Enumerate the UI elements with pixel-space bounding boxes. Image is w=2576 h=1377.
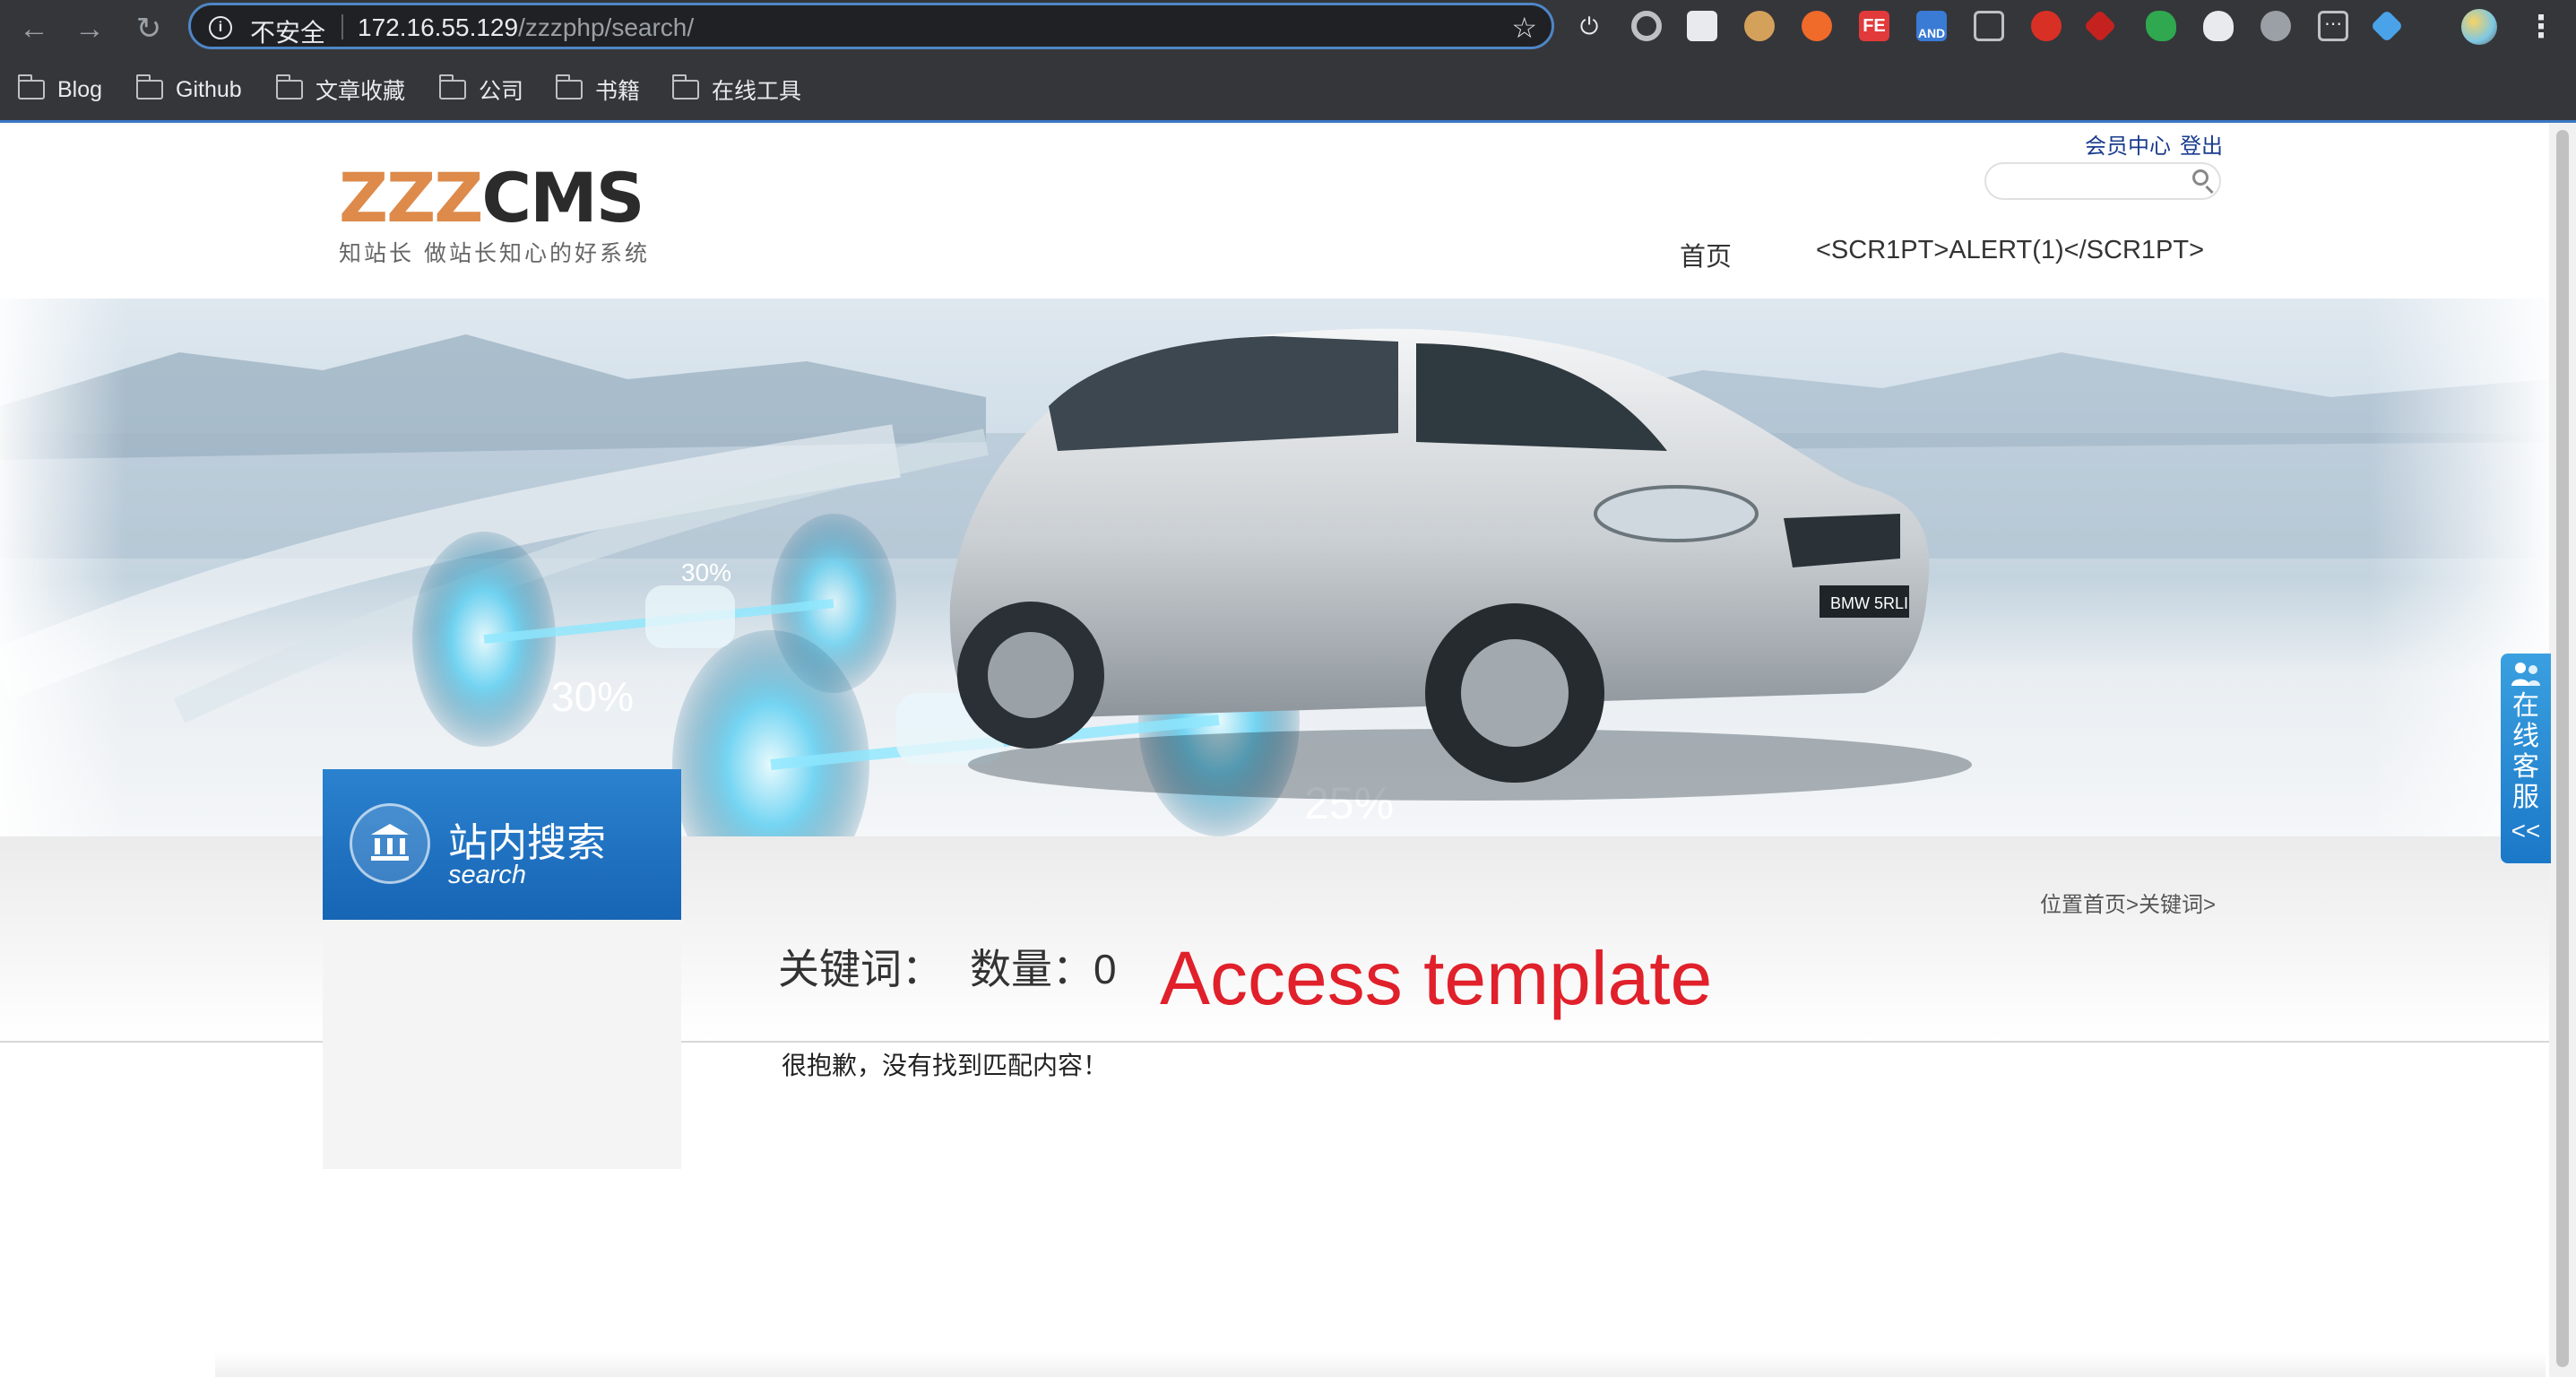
bookmark-label: 文章收藏 [316,79,406,104]
logo-cms: CMS [481,158,644,238]
nav-home[interactable]: 首页 [1680,236,1732,273]
circle-extension-icon[interactable] [1631,11,1662,41]
bookmark-star-icon[interactable]: ☆ [1511,11,1537,45]
bookmarks-bar: Blog Github 文章收藏 公司 书籍 在线工具 [0,65,2576,115]
site-header: ZZZCMS 知站长 做站长知心的好系统 会员中心 登出 首页 <SCR1PT>A… [0,123,2549,300]
collapse-chevron-icon[interactable]: << [2501,817,2551,845]
car-plate: BMW 5RLI [1830,594,1908,612]
android-badge: AND [1917,26,1946,40]
lifebuoy-icon[interactable] [1802,11,1832,41]
search-icon[interactable] [2192,169,2209,186]
site-logo[interactable]: ZZZCMS 知站长 做站长知心的好系统 [339,164,650,268]
bookmark-github[interactable]: Github [136,65,242,115]
logo-wordmark: ZZZCMS [339,164,650,232]
url-host: 172.16.55.129 [358,13,519,41]
browser-menu-icon[interactable]: ⋮ [2526,9,2556,45]
info-icon[interactable]: i [209,16,232,39]
keyword-label: 关键词： [778,946,943,992]
logout-link[interactable]: 登出 [2180,134,2223,159]
url-text[interactable]: 172.16.55.129/zzzphp/search/ [358,13,694,42]
top-links: 会员中心 登出 [2085,128,2232,160]
stat-small: 30% [681,559,731,586]
bookmark-label: 书籍 [595,79,641,104]
page-scrollbar[interactable] [2549,123,2576,1377]
address-bar[interactable]: i 不安全 172.16.55.129/zzzphp/search/ ☆ [188,3,1554,49]
bookmark-label: Github [176,76,242,102]
bookmark-online-tools[interactable]: 在线工具 [672,65,801,115]
service-char: 服 [2512,783,2539,812]
folder-icon [276,74,303,100]
fe-extension-icon[interactable]: FE [1859,11,1889,41]
folder-icon [439,74,466,100]
profile-red-icon[interactable] [2031,11,2062,41]
bookmark-articles[interactable]: 文章收藏 [276,65,405,115]
cookie-icon[interactable] [1744,11,1775,41]
people-icon [2511,663,2540,686]
android-extension-icon[interactable]: AND [1916,11,1947,41]
service-char: 在 [2512,691,2539,721]
nav-xss-item[interactable]: <SCR1PT>ALERT(1)</SCR1PT> [1816,236,2204,265]
member-center-link[interactable]: 会员中心 [2085,134,2171,159]
gem-icon[interactable] [2370,9,2404,43]
glasses-icon[interactable] [1974,11,2004,41]
folder-icon [136,74,163,100]
breadcrumb[interactable]: 位置首页>关键词> [2040,887,2216,918]
scrollbar-thumb[interactable] [2556,130,2569,1367]
profile-avatar[interactable] [2461,9,2497,45]
url-path: /zzzphp/search/ [518,13,695,41]
no-result-message: 很抱歉，没有找到匹配内容！ [782,1052,1109,1079]
logo-tagline: 知站长 做站长知心的好系统 [339,240,650,266]
sidebar-emblem [350,803,430,884]
mask-icon[interactable] [2203,11,2234,41]
folder-icon [672,74,699,100]
folder-icon [556,74,583,100]
stat-left: 30% [551,673,634,720]
evernote-icon[interactable] [2146,11,2176,41]
bank-icon [371,824,409,861]
count-label: 数量：0 [970,946,1117,992]
bookmark-label: 公司 [479,79,524,104]
online-service-tab[interactable]: 在 线 客 服 << [2501,654,2551,863]
url-separator [341,14,343,39]
bookmark-blog[interactable]: Blog [18,65,102,115]
site-search-input[interactable] [1984,162,2221,200]
reload-icon[interactable]: ↻ [131,11,167,47]
annotation-text: Access template [1160,936,1713,1020]
bookmark-company[interactable]: 公司 [439,65,523,115]
security-label[interactable]: 不安全 [250,13,325,49]
sidebar-title-en: search [448,861,527,889]
bookmark-label: Blog [57,76,103,102]
logo-zzz: ZZZ [339,158,483,238]
web-page: ZZZCMS 知站长 做站长知心的好系统 会员中心 登出 首页 <SCR1PT>A… [0,123,2549,1377]
bookmark-label: 在线工具 [712,79,802,104]
globe-extension-icon[interactable] [2260,11,2291,41]
bookmark-books[interactable]: 书籍 [556,65,640,115]
calendar-extension-icon[interactable] [1687,11,1717,41]
diamond-red-icon[interactable] [2083,9,2117,43]
back-icon[interactable]: ← [16,11,52,47]
sidebar-panel [323,920,681,1169]
folder-icon [18,74,45,100]
power-icon[interactable]: ⏻ [1574,11,1604,41]
more-extension-icon[interactable]: ⋯ [2318,11,2348,41]
sidebar-title: 站内搜索 search [323,769,681,920]
hero-banner: 30% 30% 25% BMW 5RLI [0,299,2549,836]
footer-shadow [215,1352,2546,1377]
service-char: 线 [2512,722,2539,751]
result-summary: 关键词： 数量：0 [778,937,1117,996]
browser-chrome: ← → ↻ i 不安全 172.16.55.129/zzzphp/search/… [0,0,2576,123]
sidebar-title-cn: 站内搜索 [448,821,606,865]
banner-artwork: 30% 30% 25% BMW 5RLI [0,299,2549,836]
forward-icon[interactable]: → [72,11,108,47]
service-char: 客 [2512,752,2539,782]
